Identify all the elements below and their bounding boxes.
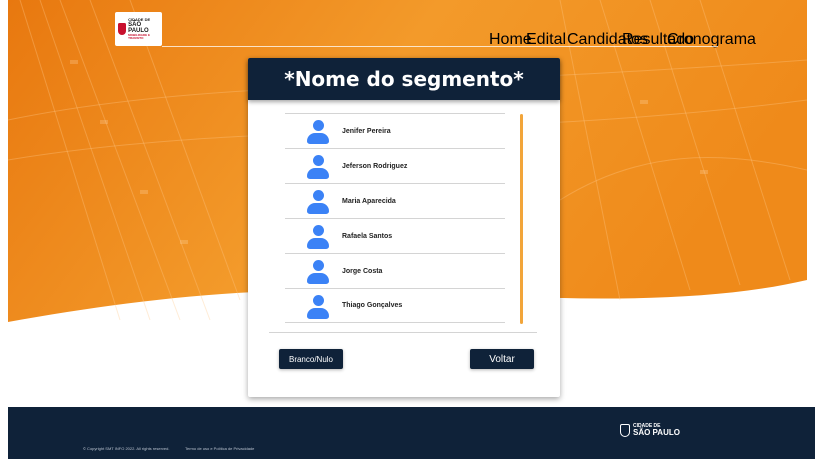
voting-card: *Nome do segmento* Jenifer Pereira Jefer… bbox=[248, 58, 560, 397]
candidate-row[interactable]: Rafaela Santos bbox=[285, 218, 505, 253]
logo-line-3: MOBILIDADE E TRANSITO bbox=[128, 33, 150, 40]
candidate-name: Maria Aparecida bbox=[342, 197, 396, 205]
user-avatar-icon bbox=[305, 291, 331, 320]
candidate-row[interactable]: Maria Aparecida bbox=[285, 183, 505, 218]
candidate-name: Jeferson Rodriguez bbox=[342, 162, 408, 170]
candidate-name: Thiago Gonçalves bbox=[342, 302, 403, 309]
candidate-name: Jenifer Pereira bbox=[342, 127, 391, 135]
back-button[interactable]: Voltar bbox=[470, 349, 534, 369]
footer-city-logo: CIDADE DE SÃO PAULO bbox=[620, 424, 680, 437]
card-divider bbox=[269, 332, 537, 333]
candidate-row[interactable]: Jeferson Rodriguez bbox=[285, 148, 505, 183]
list-scrollbar[interactable] bbox=[520, 114, 523, 324]
candidate-name: Jorge Costa bbox=[342, 267, 383, 275]
user-avatar-icon bbox=[305, 257, 331, 285]
user-avatar-icon bbox=[305, 152, 331, 180]
candidate-row[interactable]: Jorge Costa bbox=[285, 253, 505, 288]
terms-link[interactable]: Termo de uso e Política de Privacidade bbox=[185, 446, 254, 451]
segment-title: *Nome do segmento* bbox=[284, 67, 524, 91]
user-avatar-icon bbox=[305, 117, 331, 145]
city-crest-icon bbox=[118, 23, 127, 35]
city-logo[interactable]: CIDADE DE SÃO PAULO MOBILIDADE E TRANSIT… bbox=[115, 12, 162, 46]
candidate-row[interactable]: Thiago Gonçalves bbox=[285, 288, 505, 323]
footer: © Copyright SMT INFO 2022. All rights re… bbox=[8, 407, 815, 459]
nav-divider bbox=[162, 46, 718, 47]
user-avatar-icon bbox=[305, 187, 331, 215]
candidate-name: Rafaela Santos bbox=[342, 232, 393, 240]
candidate-list: Jenifer Pereira Jeferson Rodriguez Maria… bbox=[285, 113, 505, 323]
user-avatar-icon bbox=[305, 222, 331, 250]
footer-logo-line-2: SÃO PAULO bbox=[633, 428, 680, 437]
candidate-row[interactable]: Jenifer Pereira bbox=[285, 113, 505, 148]
card-header: *Nome do segmento* bbox=[248, 58, 560, 100]
copyright-text: © Copyright SMT INFO 2022. All rights re… bbox=[83, 446, 170, 451]
city-crest-icon bbox=[620, 424, 630, 437]
blank-null-button[interactable]: Branco/Nulo bbox=[279, 349, 343, 369]
